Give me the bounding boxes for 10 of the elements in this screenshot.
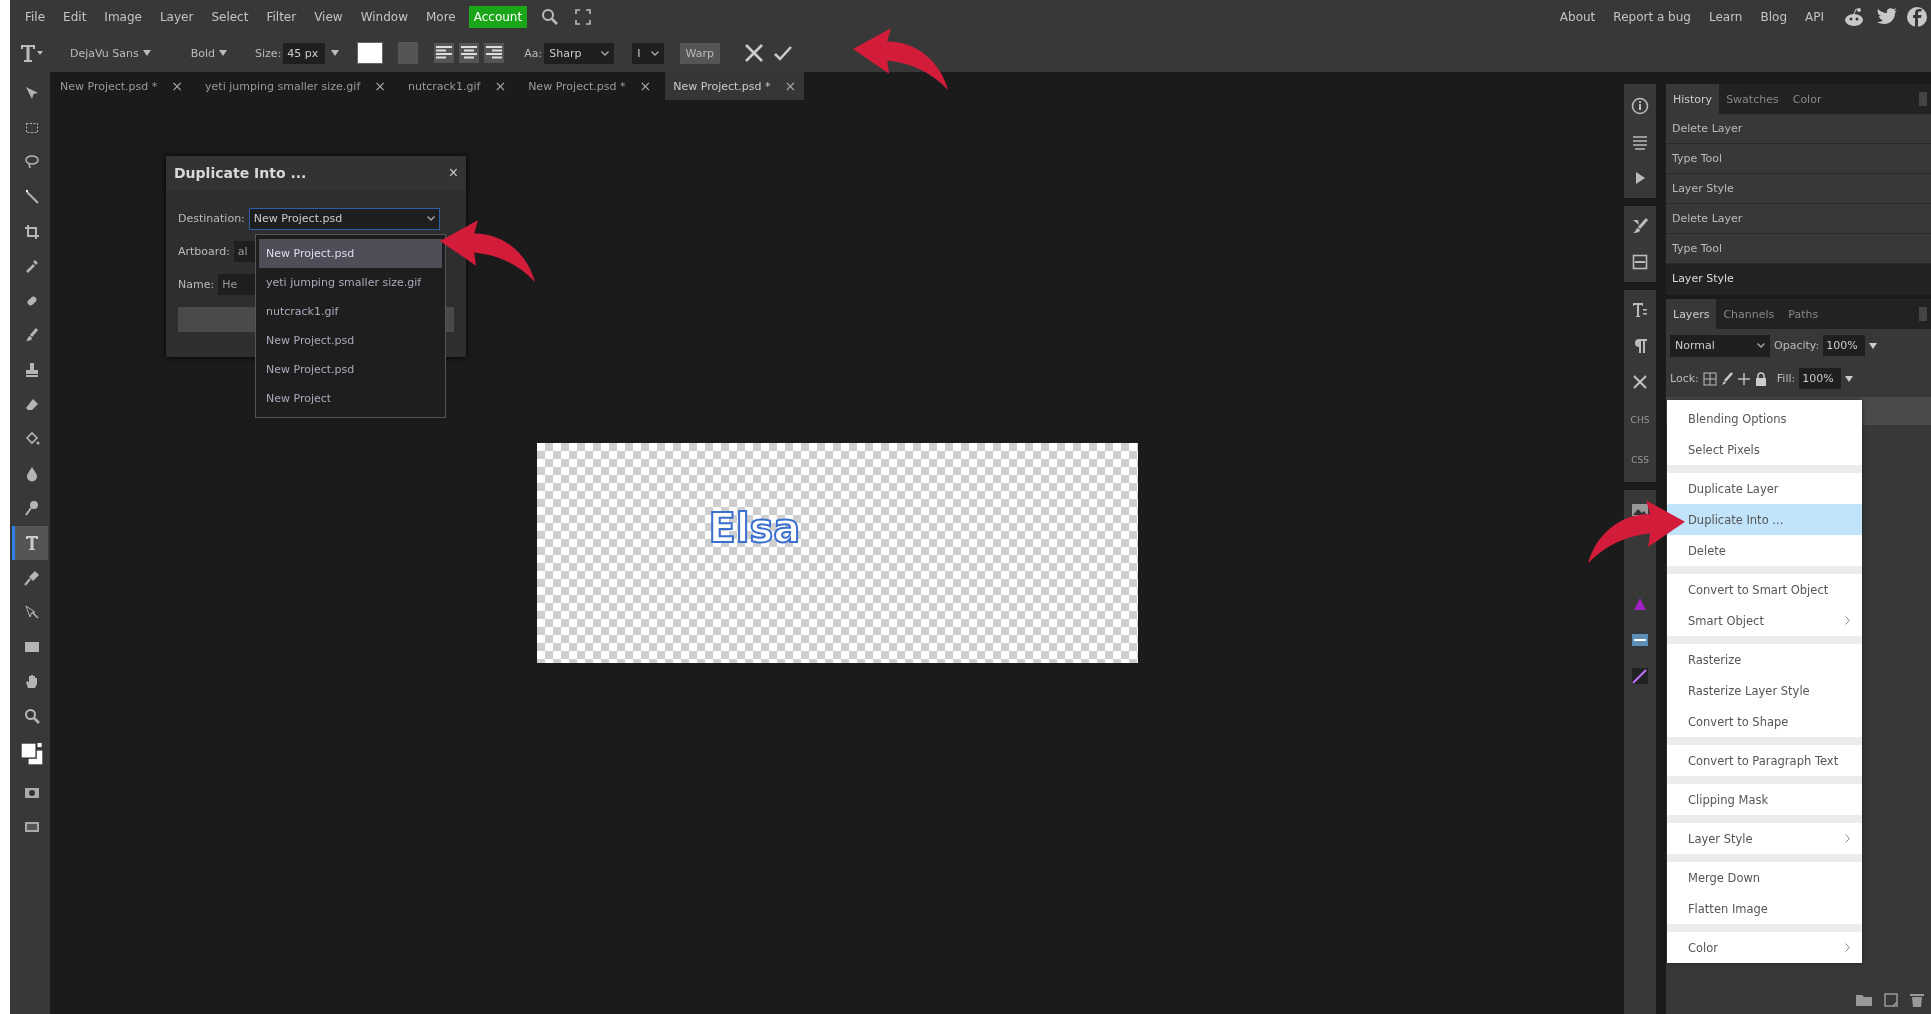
dialog-title: Duplicate Into ... — [174, 165, 307, 181]
canvas-text: Elsa — [708, 505, 801, 551]
size-label: Size: — [255, 46, 282, 60]
field-label: Name: — [178, 278, 215, 291]
antialias-label: Aa: — [524, 46, 543, 60]
lock-label: Lock: — [1670, 372, 1699, 385]
fill-label: Fill: — [1776, 372, 1796, 385]
field-label: Artboard: — [178, 245, 230, 258]
opacity-label: Opacity: — [1774, 339, 1820, 352]
field-label: Destination: — [178, 212, 245, 225]
